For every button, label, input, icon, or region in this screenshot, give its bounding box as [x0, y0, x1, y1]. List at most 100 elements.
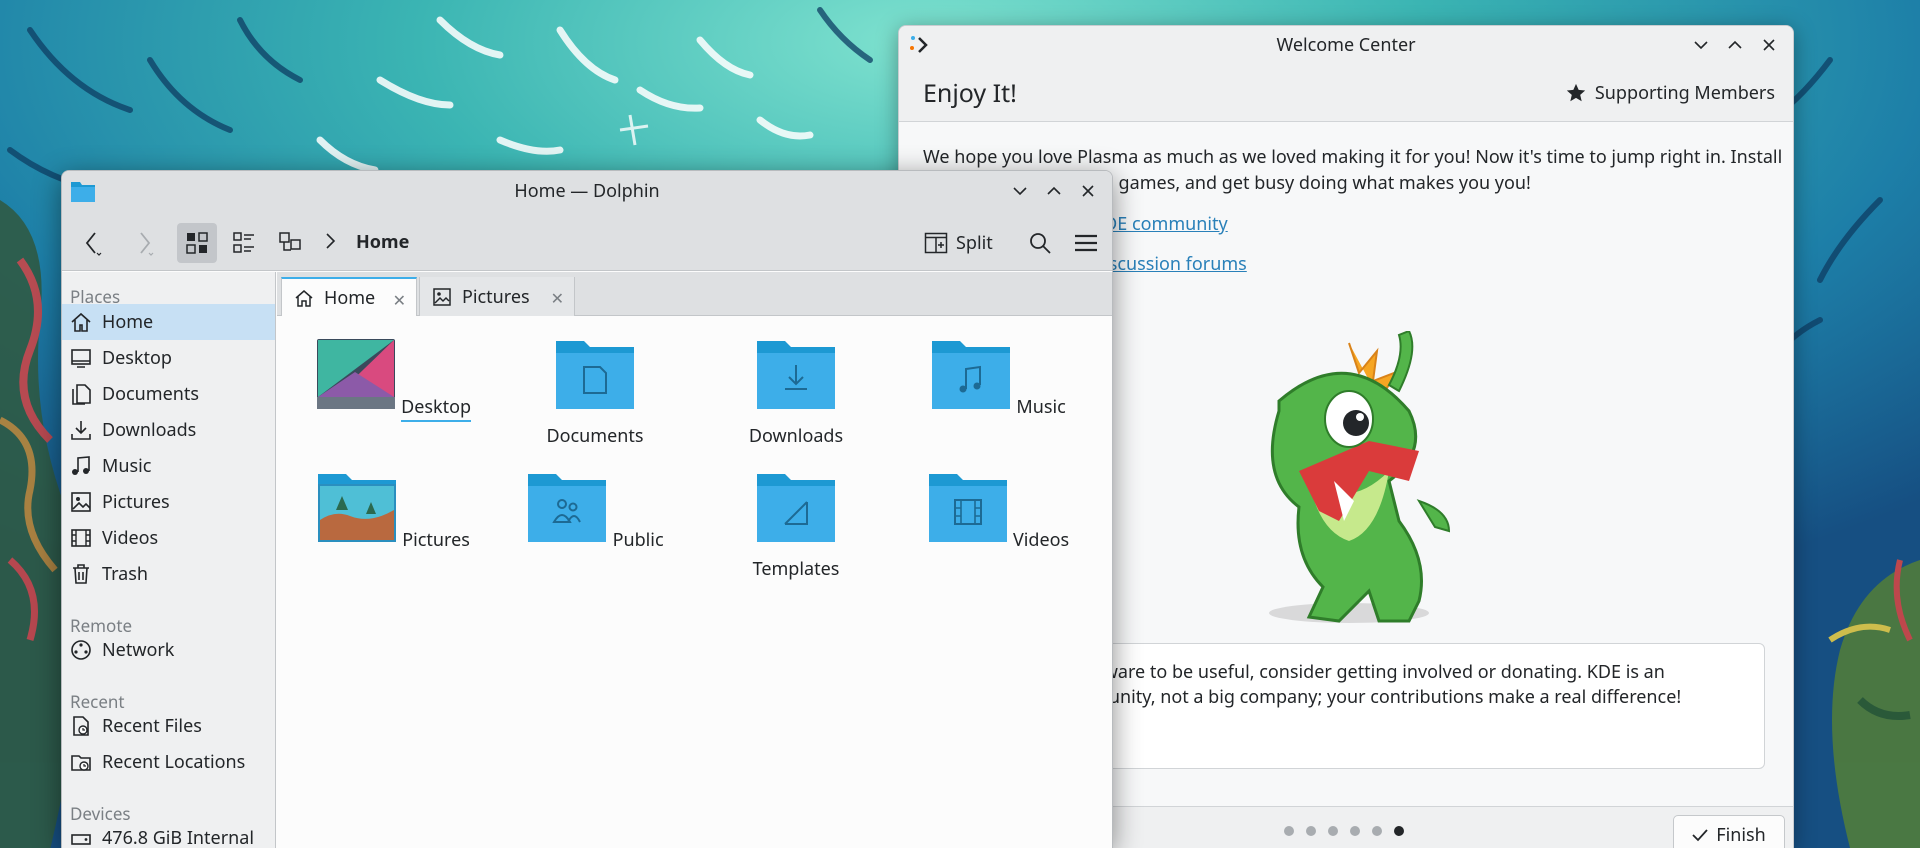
home-icon [70, 311, 92, 333]
maximize-button[interactable] [1721, 32, 1749, 58]
desktop-folder-icon [316, 339, 395, 409]
sidebar-item-label: 476.8 GiB Internal [102, 826, 254, 848]
file-item-music[interactable]: Music [913, 337, 1083, 419]
close-tab-icon[interactable]: ✕ [551, 287, 564, 309]
close-tab-icon[interactable]: ✕ [393, 289, 406, 311]
sidebar-item-desktop[interactable]: Desktop [62, 340, 275, 376]
split-view-icon [924, 232, 948, 254]
hamburger-menu-button[interactable] [1066, 223, 1106, 263]
recent-files-icon [70, 715, 92, 737]
back-button[interactable] [72, 223, 112, 263]
file-item-public[interactable]: Public [510, 470, 680, 552]
dolphin-window: Home — Dolphin Home Split Places Home De… [61, 170, 1113, 848]
compact-view-button[interactable] [224, 223, 264, 263]
back-arrow-icon [85, 232, 102, 256]
file-item-label: Music [1016, 395, 1066, 419]
minimize-button[interactable] [1006, 178, 1034, 204]
tab-home[interactable]: Home ✕ [281, 277, 417, 316]
public-folder-icon [528, 474, 607, 542]
downloads-folder-icon [757, 341, 835, 409]
file-item-pictures[interactable]: Pictures [308, 470, 478, 552]
page-dot[interactable] [1284, 826, 1294, 836]
finish-button[interactable]: Finish [1673, 815, 1785, 848]
konqi-mascot-image [1269, 331, 1451, 623]
maximize-button[interactable] [1040, 178, 1068, 204]
sidebar-item-label: Documents [102, 382, 200, 406]
supporting-members-label: Supporting Members [1594, 81, 1775, 105]
welcome-app-icon [910, 36, 928, 53]
dolphin-titlebar[interactable]: Home — Dolphin [62, 171, 1112, 211]
page-heading: Enjoy It! [923, 76, 1017, 110]
recent-locations-icon [70, 751, 92, 773]
sidebar-item-label: Downloads [102, 418, 197, 442]
tab-pictures[interactable]: Pictures ✕ [419, 277, 575, 316]
search-button[interactable] [1020, 223, 1060, 263]
pictures-icon [70, 491, 92, 513]
page-dot[interactable] [1306, 826, 1316, 836]
sidebar-item-pictures[interactable]: Pictures [62, 484, 275, 520]
file-item-downloads[interactable]: Downloads [711, 337, 881, 448]
search-icon [1030, 233, 1051, 254]
sidebar-item-home[interactable]: Home [62, 304, 275, 340]
tab-label: Pictures [462, 284, 530, 309]
image-icon [433, 287, 451, 306]
file-item-label: Documents [546, 424, 644, 448]
file-item-desktop[interactable]: Desktop [308, 337, 478, 422]
sidebar-item-label: Trash [102, 562, 149, 586]
close-icon [1763, 39, 1775, 51]
finish-label: Finish [1716, 823, 1766, 847]
window-title: Home — Dolphin [514, 179, 660, 203]
page-dot-active[interactable] [1394, 826, 1404, 836]
details-view-button[interactable] [270, 223, 310, 263]
close-button[interactable] [1755, 32, 1783, 58]
file-item-documents[interactable]: Documents [510, 337, 680, 448]
file-item-label: Pictures [402, 528, 470, 552]
documents-icon [70, 383, 92, 405]
chevron-up-icon [1047, 186, 1061, 195]
checkmark-icon [1692, 829, 1708, 842]
sidebar-item-videos[interactable]: Videos [62, 520, 275, 556]
details-view-icon [279, 232, 301, 251]
sidebar-item-network[interactable]: Network [62, 632, 275, 668]
file-item-label: Desktop [401, 395, 472, 422]
sidebar-item-downloads[interactable]: Downloads [62, 412, 275, 448]
close-button[interactable] [1074, 178, 1102, 204]
sidebar-item-label: Videos [102, 526, 159, 550]
sidebar-item-label: Recent Locations [102, 750, 246, 774]
sidebar-item-music[interactable]: Music [62, 448, 275, 484]
file-view[interactable]: Desktop Documents Downloads Music Pictur… [277, 317, 1112, 848]
split-button[interactable]: Split [924, 223, 993, 263]
page-indicator[interactable] [1284, 826, 1404, 836]
chevron-down-icon [1694, 41, 1708, 50]
sidebar-item-documents[interactable]: Documents [62, 376, 275, 412]
page-dot[interactable] [1372, 826, 1382, 836]
sidebar-item-recent-files[interactable]: Recent Files [62, 708, 275, 744]
sidebar-item-label: Recent Files [102, 714, 202, 738]
sidebar-item-recent-locations[interactable]: Recent Locations [62, 744, 275, 780]
file-item-templates[interactable]: Templates [711, 470, 881, 581]
page-dot[interactable] [1350, 826, 1360, 836]
tab-label: Home [324, 285, 376, 310]
supporting-members-button[interactable]: Supporting Members [1565, 81, 1775, 105]
forward-button[interactable] [124, 223, 164, 263]
file-item-label: Public [612, 528, 664, 552]
close-icon [1082, 185, 1094, 197]
welcome-center-titlebar[interactable]: Welcome Center [899, 26, 1793, 64]
breadcrumb-home[interactable]: Home [356, 230, 409, 254]
sidebar-item-trash[interactable]: Trash [62, 556, 275, 592]
dolphin-tab-bar: Home ✕ Pictures ✕ [277, 272, 1112, 316]
dolphin-app-icon [71, 182, 95, 202]
music-icon [70, 455, 92, 477]
page-dot[interactable] [1328, 826, 1338, 836]
minimize-button[interactable] [1687, 32, 1715, 58]
sidebar-item-label: Music [102, 454, 152, 478]
icons-view-icon [186, 232, 208, 254]
window-title: Welcome Center [1276, 33, 1416, 57]
sidebar-item-internal-drive[interactable]: 476.8 GiB Internal [62, 820, 275, 848]
icons-view-button[interactable] [177, 223, 217, 263]
downloads-icon [70, 419, 92, 441]
network-icon [70, 639, 92, 661]
trash-icon [70, 563, 92, 585]
file-item-videos[interactable]: Videos [913, 470, 1083, 552]
templates-folder-icon [757, 474, 835, 542]
